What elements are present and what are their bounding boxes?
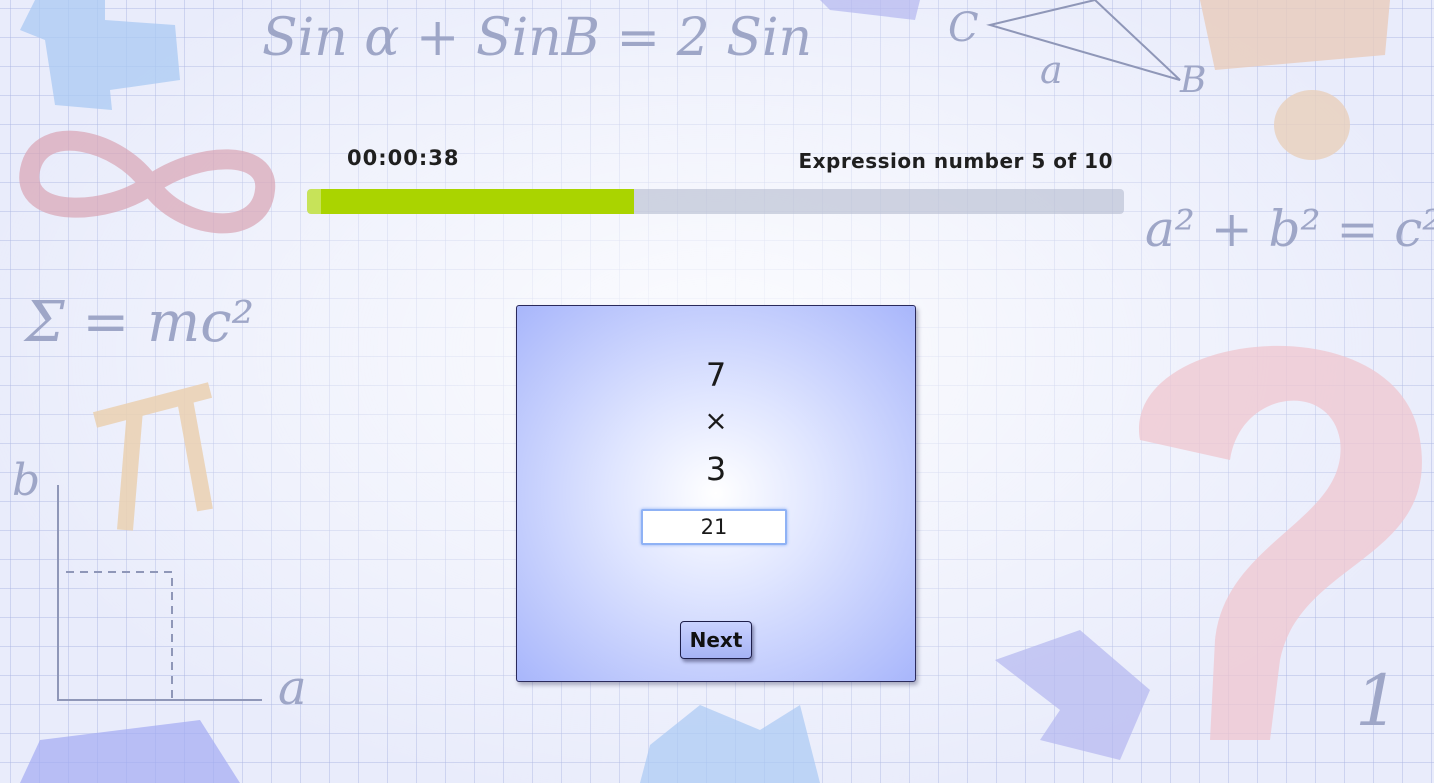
answer-input[interactable] bbox=[641, 509, 787, 545]
fraction-numerator: 1 bbox=[1355, 660, 1400, 742]
axis-label-b: b bbox=[12, 455, 41, 506]
block-top-right-icon bbox=[1200, 0, 1390, 70]
operand-a: 7 bbox=[705, 356, 727, 394]
cross-shape-icon bbox=[20, 0, 180, 110]
progress-bar bbox=[307, 189, 1124, 214]
formula-sine: Sin α + SinB = 2 Sin bbox=[262, 8, 812, 68]
triangle-label-b: B bbox=[1180, 60, 1207, 101]
operand-b: 3 bbox=[705, 450, 727, 488]
question-mark-shape-icon bbox=[1138, 345, 1422, 740]
formula-pi: π bbox=[135, 400, 142, 411]
formula-pythagoras: a² + b² = c² bbox=[1145, 200, 1434, 258]
formula-energy: Σ = mc² bbox=[25, 290, 255, 355]
axes-icon bbox=[57, 485, 262, 701]
next-button[interactable]: Next bbox=[680, 621, 752, 659]
shell-shape-icon bbox=[1274, 90, 1350, 160]
block-shape-icon bbox=[20, 720, 240, 783]
block-top-center-icon bbox=[820, 0, 920, 20]
block-bottom-right-icon bbox=[995, 630, 1150, 760]
question-card: 7 × 3 Next bbox=[516, 305, 916, 682]
block-bottom-center-icon bbox=[640, 705, 820, 783]
triangle-label-a: a bbox=[1040, 48, 1063, 92]
timer: 00:00:38 bbox=[347, 146, 460, 170]
infinity-shape-icon bbox=[19, 130, 276, 234]
triangle-label-c: C bbox=[948, 5, 979, 51]
expression-counter: Expression number 5 of 10 bbox=[798, 149, 1113, 173]
axis-label-a: a bbox=[278, 660, 307, 716]
dashed-rect-icon bbox=[66, 571, 173, 700]
progress-fill bbox=[307, 189, 634, 214]
operator-sign: × bbox=[704, 404, 728, 437]
triangle-icon bbox=[986, 0, 1181, 81]
pi-shape-icon bbox=[92, 382, 213, 531]
